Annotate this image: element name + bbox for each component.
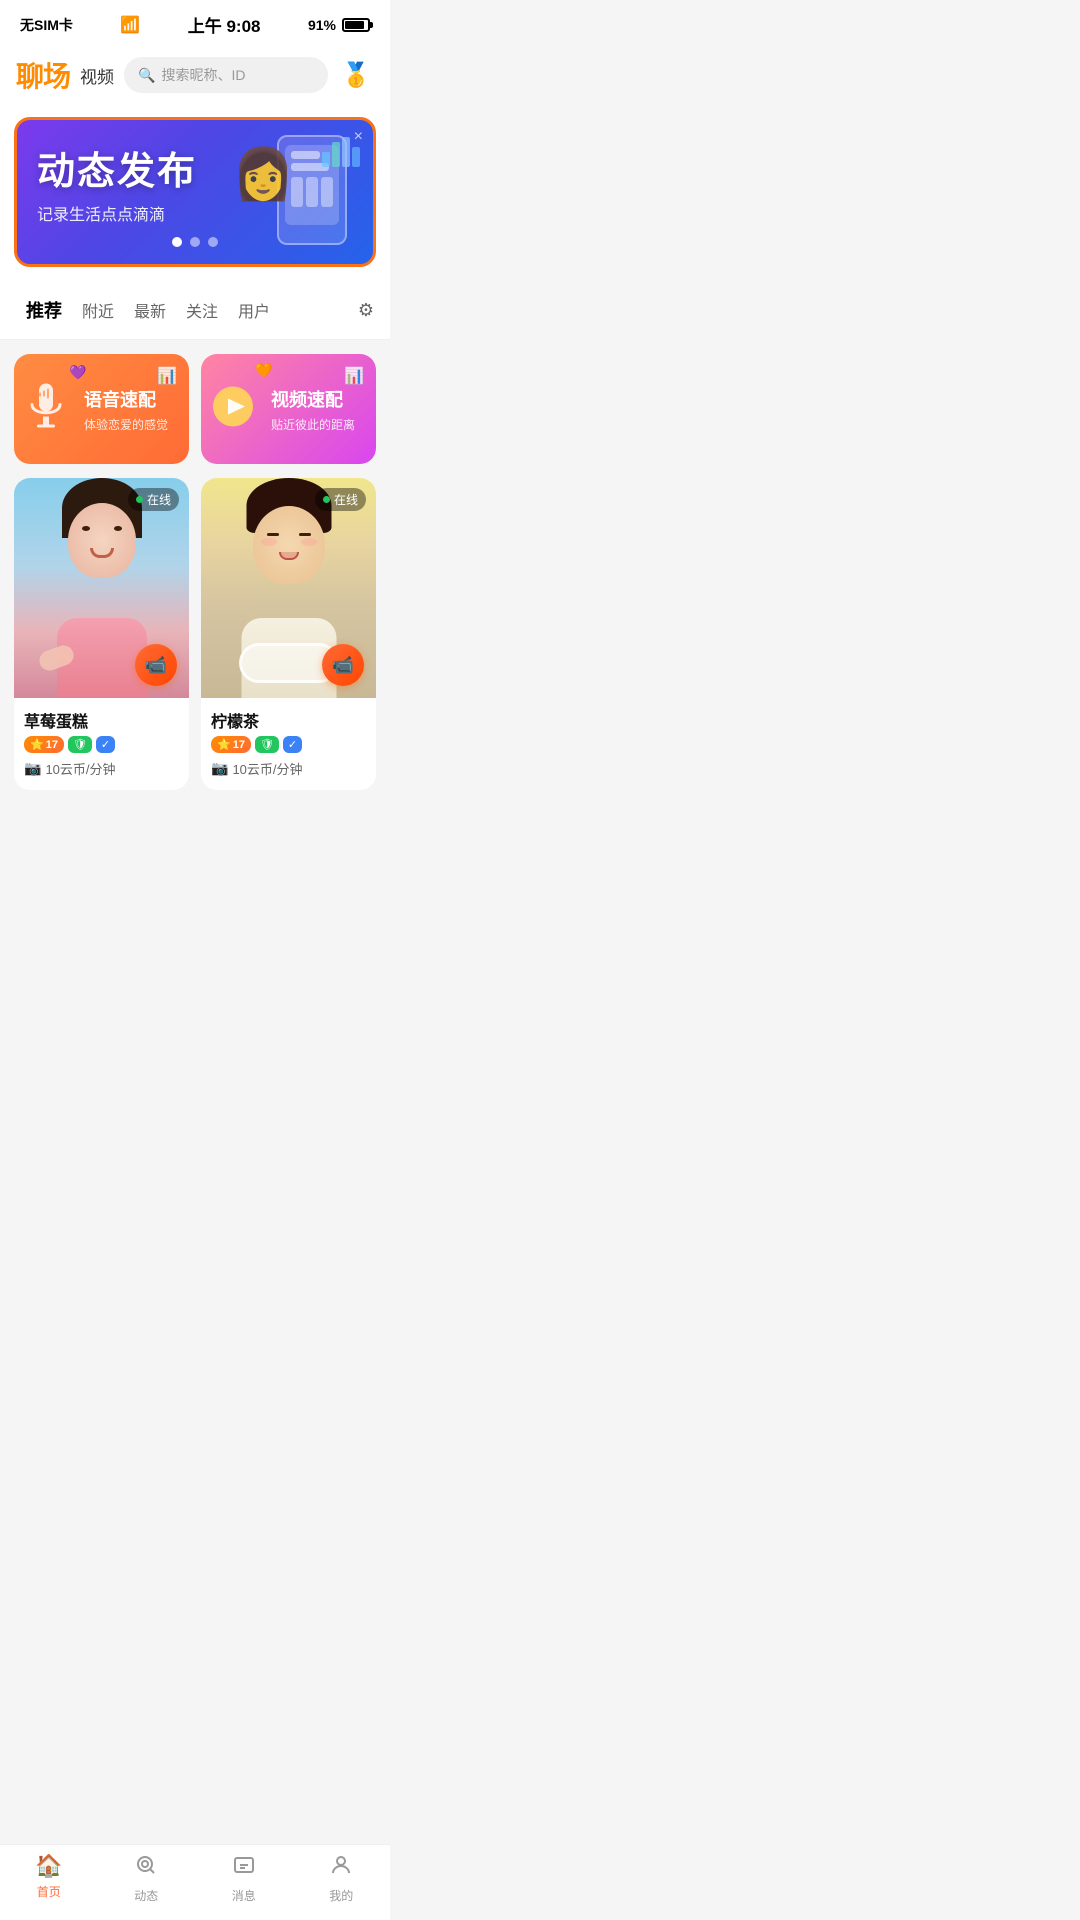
nav-profile-label: 我的 <box>329 1887 353 1904</box>
star-badge-2: ⭐17 <box>211 736 251 753</box>
video-match-title: 视频速配 <box>271 386 362 412</box>
header: 聊场 视频 🔍 搜索昵称、ID 🥇 <box>0 45 390 105</box>
coin-decoration: 🧡 <box>255 362 272 379</box>
online-indicator-2 <box>323 496 330 503</box>
search-placeholder: 搜索昵称、ID <box>161 65 245 85</box>
nav-dynamic[interactable]: 动态 <box>98 1853 196 1904</box>
nav-profile[interactable]: 我的 <box>293 1853 391 1904</box>
medal-icon[interactable]: 🥇 <box>338 57 374 93</box>
online-indicator-1 <box>136 496 143 503</box>
battery-percent: 91% <box>308 17 336 33</box>
user-card-2[interactable]: 在线 📹 柠檬茶 ⭐17 🛡 ✓ 📷 10云币/分钟 <box>201 478 376 790</box>
voice-match-content: 语音速配 体验恋爱的感觉 <box>84 386 175 433</box>
video-call-button-2[interactable]: 📹 <box>322 644 364 686</box>
app-logo: 聊场 <box>16 55 70 95</box>
nav-dynamic-label: 动态 <box>134 1887 158 1904</box>
banner-graphic: 👩 <box>227 130 357 250</box>
price-text-1: 10云币/分钟 <box>45 759 115 778</box>
user-photo-2: 在线 📹 <box>201 478 376 698</box>
user-name-2: 柠檬茶 <box>211 708 366 732</box>
dot-1[interactable] <box>172 237 182 247</box>
online-text-2: 在线 <box>334 491 358 508</box>
nav-messages[interactable]: 消息 <box>195 1853 293 1904</box>
shield-badge-2: 🛡 <box>255 736 279 753</box>
online-badge-2: 在线 <box>315 488 366 511</box>
star-badge-1: ⭐17 <box>24 736 64 753</box>
time-text: 上午 9:08 <box>188 12 261 37</box>
user-photo-1: 在线 📹 <box>14 478 189 698</box>
filter-icon[interactable]: ⚙ <box>358 300 374 321</box>
cert-badge-1: ✓ <box>96 736 115 753</box>
bottom-nav: 🏠 首页 动态 消息 我的 <box>0 1844 390 1920</box>
dot-2[interactable] <box>190 237 200 247</box>
quick-match-section: 📊 💜 语音速配 体验恋爱的感觉 📊 🧡 <box>0 340 390 464</box>
user-name-1: 草莓蛋糕 <box>24 708 179 732</box>
video-match-subtitle: 贴近彼此的距离 <box>271 416 362 433</box>
nav-messages-label: 消息 <box>232 1887 256 1904</box>
messages-icon <box>232 1853 256 1883</box>
user-info-2: 柠檬茶 ⭐17 🛡 ✓ 📷 10云币/分钟 <box>201 698 376 790</box>
profile-icon <box>329 1853 353 1883</box>
user-badges-2: ⭐17 🛡 ✓ <box>211 736 366 753</box>
tab-follow[interactable]: 关注 <box>176 294 228 326</box>
tab-latest[interactable]: 最新 <box>124 294 176 326</box>
category-tabs: 推荐 附近 最新 关注 用户 ⚙ <box>0 279 390 340</box>
nav-home-label: 首页 <box>37 1883 61 1900</box>
voice-match-subtitle: 体验恋爱的感觉 <box>84 416 175 433</box>
user-badges-1: ⭐17 🛡 ✓ <box>24 736 179 753</box>
cert-badge-2: ✓ <box>283 736 302 753</box>
status-bar: 无SIM卡 📶 上午 9:08 91% <box>0 0 390 45</box>
carrier-text: 无SIM卡 <box>20 15 73 35</box>
wifi-icon: 📶 <box>120 15 140 35</box>
search-bar[interactable]: 🔍 搜索昵称、ID <box>124 57 328 93</box>
banner-wrapper: × 动态发布 记录生活点点滴滴 � <box>0 105 390 279</box>
home-icon: 🏠 <box>35 1853 62 1879</box>
video-tab[interactable]: 视频 <box>80 63 114 88</box>
dynamic-icon <box>134 1853 158 1883</box>
search-icon: 🔍 <box>138 67 155 84</box>
banner[interactable]: × 动态发布 记录生活点点滴滴 � <box>14 117 376 267</box>
voice-match-card[interactable]: 📊 💜 语音速配 体验恋爱的感觉 <box>14 354 189 464</box>
battery-container: 91% <box>308 17 370 33</box>
tab-users[interactable]: 用户 <box>228 294 280 326</box>
tab-recommend[interactable]: 推荐 <box>16 293 72 327</box>
user-grid: 在线 📹 草莓蛋糕 ⭐17 🛡 ✓ 📷 10云币/分钟 <box>0 464 390 804</box>
voice-bar-icon: 📊 <box>157 366 177 386</box>
video-call-button-1[interactable]: 📹 <box>135 644 177 686</box>
camera-icon-1: 📷 <box>24 760 41 777</box>
video-bar-icon: 📊 <box>344 366 364 386</box>
nav-home[interactable]: 🏠 首页 <box>0 1853 98 1904</box>
price-text-2: 10云币/分钟 <box>232 759 302 778</box>
user-price-2: 📷 10云币/分钟 <box>211 759 366 778</box>
user-info-1: 草莓蛋糕 ⭐17 🛡 ✓ 📷 10云币/分钟 <box>14 698 189 790</box>
battery-icon <box>342 18 370 32</box>
online-badge-1: 在线 <box>128 488 179 511</box>
camera-icon-2: 📷 <box>211 760 228 777</box>
video-match-content: 视频速配 贴近彼此的距离 <box>271 386 362 433</box>
voice-match-title: 语音速配 <box>84 386 175 412</box>
shield-badge-1: 🛡 <box>68 736 92 753</box>
dot-3[interactable] <box>208 237 218 247</box>
user-price-1: 📷 10云币/分钟 <box>24 759 179 778</box>
video-match-card[interactable]: 📊 🧡 视频速配 贴近彼此的距离 <box>201 354 376 464</box>
online-text-1: 在线 <box>147 491 171 508</box>
tab-nearby[interactable]: 附近 <box>72 294 124 326</box>
user-card-1[interactable]: 在线 📹 草莓蛋糕 ⭐17 🛡 ✓ 📷 10云币/分钟 <box>14 478 189 790</box>
heart-decoration: 💜 <box>69 364 86 381</box>
